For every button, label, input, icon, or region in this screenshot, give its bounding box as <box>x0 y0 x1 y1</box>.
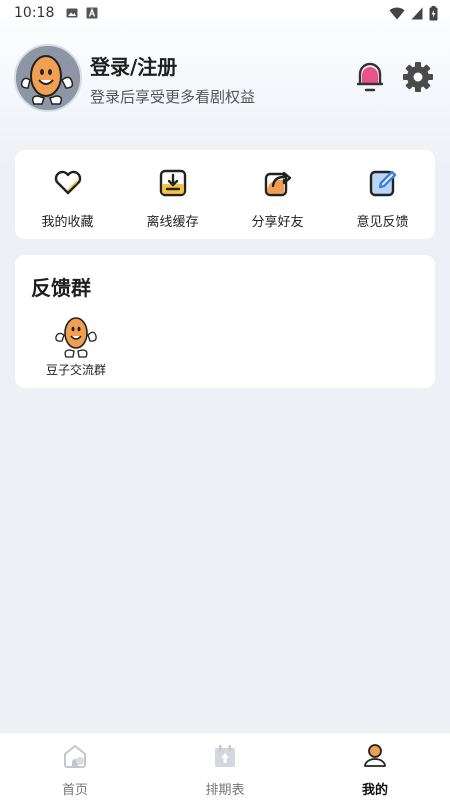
avatar[interactable] <box>14 44 82 112</box>
share-friends-label: 分享好友 <box>251 215 304 230</box>
bean-chat-group-label: 豆子交流群 <box>45 363 106 377</box>
profile-icon <box>364 744 386 767</box>
nav-home-label: 首页 <box>61 783 88 798</box>
home-icon <box>64 744 86 768</box>
bottom-navigation: 首页 排期表 我的 <box>0 732 450 800</box>
nav-schedule-label: 排期表 <box>205 783 245 798</box>
download-icon <box>159 169 186 197</box>
profile-header[interactable]: 登录/注册 登录后享受更多看剧权益 <box>14 44 255 112</box>
bean-mascot-avatar-icon <box>16 46 80 110</box>
quick-actions-card: 我的收藏 离线缓存 分享好友 意见反馈 <box>15 150 435 239</box>
feedback-edit-icon <box>369 170 396 197</box>
share-icon <box>264 171 291 197</box>
notification-button[interactable] <box>354 60 386 94</box>
share-friends-button[interactable]: 分享好友 <box>225 150 330 239</box>
bean-chat-group-item[interactable]: 豆子交流群 <box>41 313 111 378</box>
favorites-label: 我的收藏 <box>41 215 94 230</box>
signal-icon <box>411 7 423 19</box>
feedback-button[interactable]: 意见反馈 <box>330 150 435 239</box>
heart-icon <box>54 170 81 195</box>
gear-icon <box>403 62 433 92</box>
wifi-icon <box>389 7 405 19</box>
login-register-title[interactable]: 登录/注册 <box>90 51 255 80</box>
login-subtitle: 登录后享受更多看剧权益 <box>90 88 256 106</box>
nav-mine-label: 我的 <box>361 783 388 798</box>
nav-mine[interactable]: 我的 <box>300 733 450 800</box>
offline-cache-label: 离线缓存 <box>146 215 199 230</box>
nav-schedule[interactable]: 排期表 <box>150 733 300 800</box>
font-notification-icon <box>86 7 98 19</box>
bean-mascot-icon <box>55 317 97 358</box>
favorites-button[interactable]: 我的收藏 <box>15 150 120 239</box>
feedback-label: 意见反馈 <box>356 215 409 230</box>
gallery-notification-icon <box>66 8 78 18</box>
status-time: 10:18 <box>14 5 55 21</box>
battery-charging-icon <box>429 5 438 20</box>
bell-icon <box>356 62 384 92</box>
feedback-group-title: 反馈群 <box>31 276 91 300</box>
nav-home[interactable]: 首页 <box>0 733 150 800</box>
offline-cache-button[interactable]: 离线缓存 <box>120 150 225 239</box>
settings-button[interactable] <box>402 60 434 94</box>
status-bar: 10:18 <box>0 0 450 26</box>
calendar-icon <box>215 745 235 767</box>
feedback-group-card: 反馈群 豆子交流群 <box>15 255 435 388</box>
